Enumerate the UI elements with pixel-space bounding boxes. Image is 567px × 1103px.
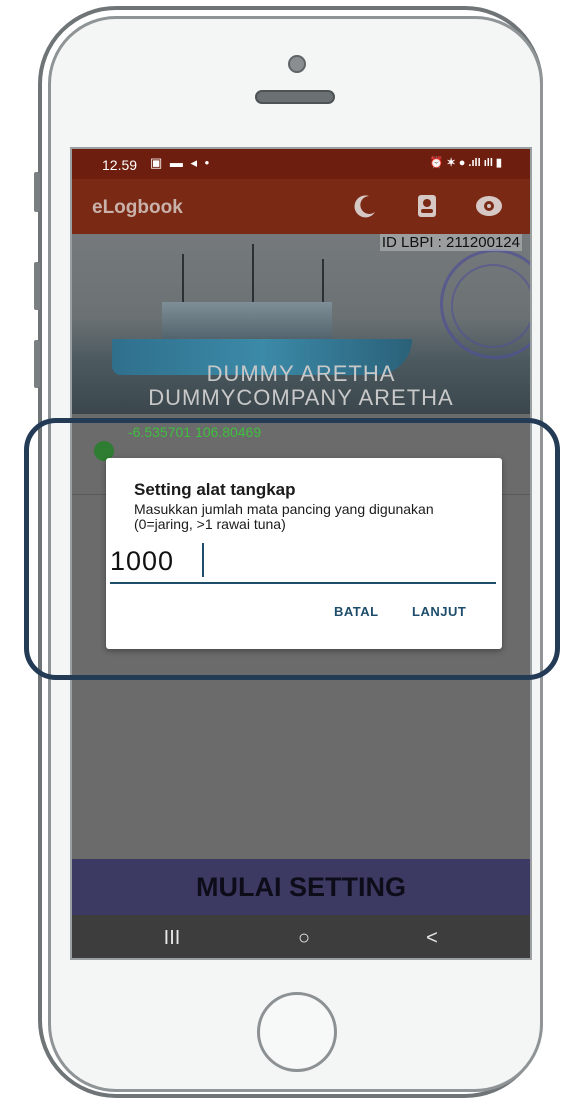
home-button[interactable]: ○ — [284, 923, 324, 953]
contact-icon[interactable] — [412, 191, 442, 221]
eye-icon[interactable] — [474, 191, 504, 221]
cancel-button[interactable]: BATAL — [334, 604, 379, 619]
official-stamp-inner — [451, 264, 530, 348]
phone-side-button — [34, 262, 40, 310]
system-status-icons: ⏰ ✶ ● .ıll ıll ▮ — [429, 157, 502, 169]
text-caret — [202, 543, 204, 577]
notification-icons: ▣ ▬ ◂ • — [150, 155, 212, 170]
speaker-grille — [255, 90, 335, 104]
vessel-name: DUMMY ARETHA — [206, 361, 396, 386]
front-camera — [288, 55, 306, 73]
dialog-message: Masukkan jumlah mata pancing yang diguna… — [134, 501, 434, 532]
gps-coordinates: -6.535701 106.80469 — [128, 424, 262, 440]
continue-button[interactable]: LANJUT — [412, 604, 466, 619]
status-time: 12.59 — [102, 157, 138, 173]
id-lbpi: ID LBPI : 211200124 — [379, 234, 522, 251]
back-button[interactable]: < — [412, 923, 452, 953]
company-name: DUMMYCOMPANY ARETHA — [148, 385, 454, 410]
fishing-gear-dialog: Setting alat tangkap Masukkan jumlah mat… — [106, 458, 502, 649]
phone-side-button — [34, 172, 40, 212]
ship-cabin — [162, 302, 332, 342]
app-screen: 12.59 ▣ ▬ ◂ • ⏰ ✶ ● .ıll ıll ▮ eLogbook … — [70, 147, 532, 960]
hook-count-input[interactable] — [110, 540, 496, 584]
app-title: eLogbook — [92, 197, 183, 218]
night-mode-icon[interactable] — [350, 191, 380, 221]
phone-home-button[interactable] — [257, 992, 337, 1072]
status-bar: 12.59 ▣ ▬ ◂ • ⏰ ✶ ● .ıll ıll ▮ — [72, 149, 530, 179]
recents-button[interactable]: III — [152, 923, 192, 953]
dialog-title: Setting alat tangkap — [134, 480, 296, 499]
android-nav-bar: III ○ < — [72, 915, 530, 958]
phone-side-button — [34, 340, 40, 388]
start-setting-button[interactable]: MULAI SETTING — [72, 859, 530, 915]
app-bar: eLogbook — [72, 179, 530, 234]
